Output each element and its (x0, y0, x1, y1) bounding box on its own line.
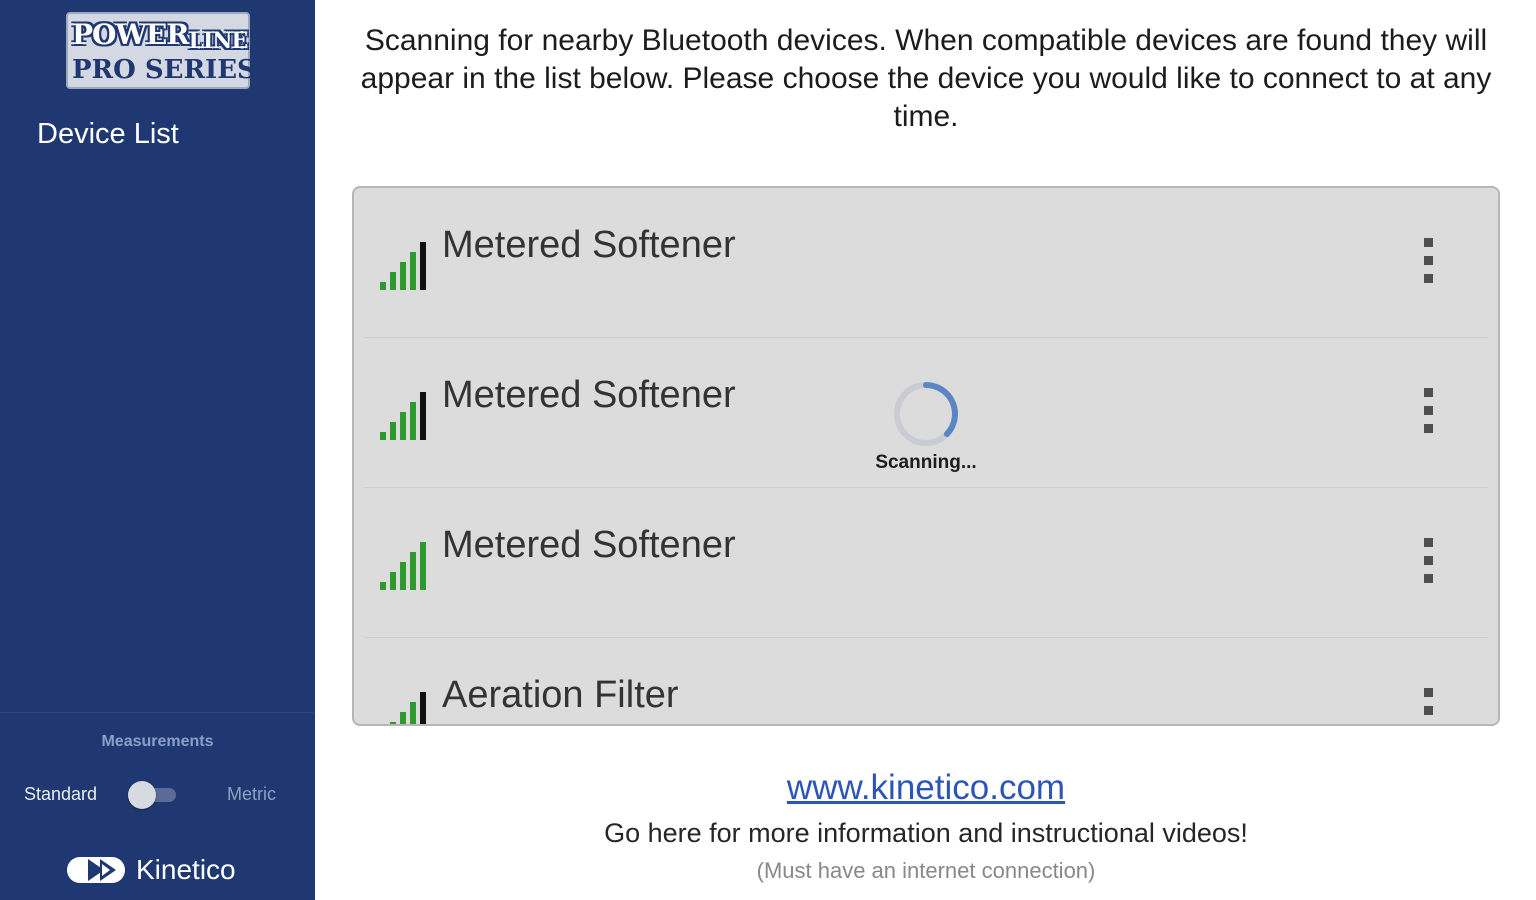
measurement-units-toggle[interactable] (128, 781, 178, 809)
device-row[interactable]: Metered Softener (354, 488, 1498, 638)
scanning-label: Scanning... (875, 452, 977, 473)
device-row[interactable]: Metered Softener (354, 188, 1498, 338)
kinetico-logo-icon (67, 857, 125, 883)
device-name: Metered Softener (442, 374, 736, 416)
unit-standard-label: Standard (24, 784, 98, 804)
logo-line-2: PRO SERIES (72, 55, 256, 85)
toggle-thumb (128, 781, 156, 809)
device-name: Metered Softener (442, 224, 736, 266)
device-name: Metered Softener (442, 524, 736, 566)
brand-name: Kinetico (136, 854, 236, 885)
more-vert-icon[interactable] (1418, 384, 1438, 444)
sidebar: POWERLINE PRO SERIES Device List Measure… (0, 0, 315, 900)
kinetico-brand: Kinetico (66, 850, 266, 890)
device-row[interactable]: Aeration Filter (354, 638, 1498, 724)
more-vert-icon[interactable] (1418, 684, 1438, 724)
sidebar-item-device-list[interactable]: Device List (37, 118, 179, 151)
footer-note-text: (Must have an internet connection) (756, 858, 1096, 883)
measurements-label: Measurements (101, 733, 214, 750)
spinner-icon (894, 382, 958, 446)
device-name: Aeration Filter (442, 674, 679, 716)
more-vert-icon[interactable] (1418, 234, 1438, 294)
scanning-indicator: Scanning... (866, 380, 986, 480)
powerline-pro-series-logo: POWERLINE PRO SERIES (66, 12, 256, 89)
kinetico-website-link[interactable]: www.kinetico.com (338, 768, 1514, 808)
sidebar-divider (0, 712, 315, 713)
more-vert-icon[interactable] (1418, 534, 1438, 594)
unit-metric-label: Metric (227, 784, 276, 804)
signal-strength-icon (380, 392, 426, 440)
signal-strength-icon (380, 242, 426, 290)
logo-line-1: POWERLINE (72, 18, 248, 54)
scan-instructions: Scanning for nearby Bluetooth devices. W… (360, 24, 1492, 133)
signal-strength-icon (390, 692, 426, 724)
footer-info-text: Go here for more information and instruc… (604, 818, 1248, 848)
signal-strength-icon (380, 542, 426, 590)
